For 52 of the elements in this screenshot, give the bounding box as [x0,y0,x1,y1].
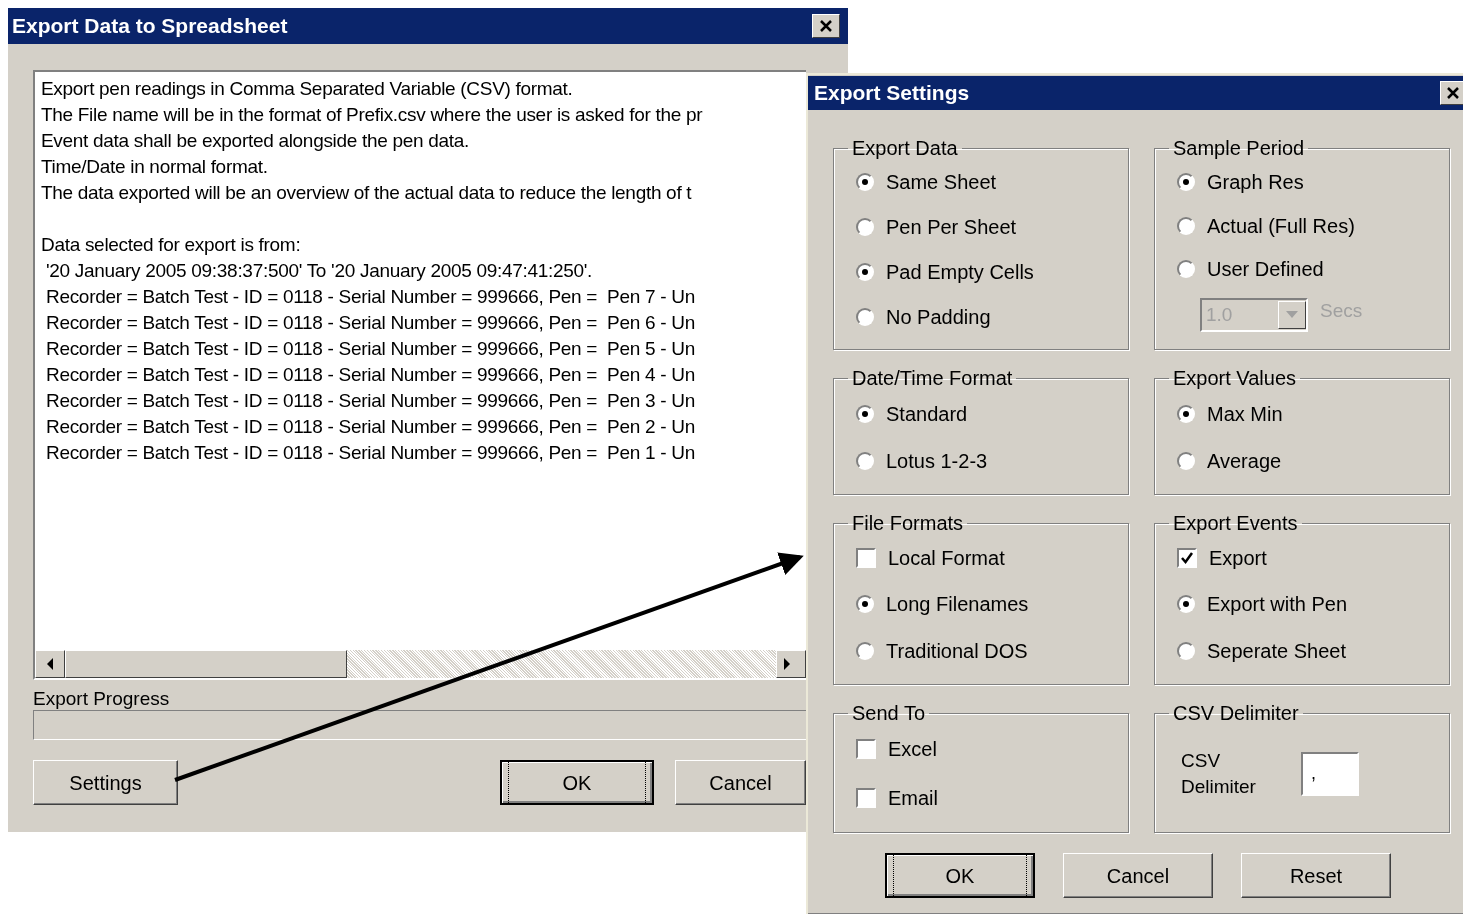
option-label: Export [1209,546,1267,572]
option-label: Same Sheet [886,170,997,196]
option-label: Local Format [888,546,1005,572]
option-label: Lotus 1-2-3 [886,448,988,474]
text-line: The data exported will be an overview of the actual data to reduce the length of t [41,181,692,205]
option-label: No Padding [886,304,991,330]
option-label: Pad Empty Cells [886,259,1034,285]
dialog-button[interactable]: OK [500,760,654,805]
text-line: Recorder = Batch Test - ID = 0118 - Serial Number = 999666, Pen = Pen 6 - Un [44,311,695,335]
group-title: Date/Time Format [851,366,1014,390]
group-title: Export Values [1172,366,1298,390]
field-label: CSV Delimiter [1181,748,1257,799]
option-label: Graph Res [1207,169,1304,195]
option-label: Seperate Sheet [1207,638,1346,664]
option-label: Excel [888,737,937,763]
group-title: File Formats [851,511,965,535]
option-label: Traditional DOS [886,638,1028,664]
option-label: Pen Per Sheet [886,215,1017,241]
dialog-button[interactable]: Reset [1241,853,1391,898]
group-title: CSV Delimiter [1172,701,1300,725]
option-label: User Defined [1207,257,1324,283]
progress-label: Export Progress [33,688,171,710]
option-label: Standard [886,401,968,427]
text-line: '20 January 2005 09:38:37:500' To '20 January 2005 09:47:41:250'. [44,259,593,283]
text-line: Recorder = Batch Test - ID = 0118 - Serial Number = 999666, Pen = Pen 1 - Un [44,441,695,465]
text-line: Recorder = Batch Test - ID = 0118 - Serial Number = 999666, Pen = Pen 4 - Un [44,363,695,387]
group-title: Export Data [851,136,959,160]
text-line: Export pen readings in Comma Separated Variable (CSV) format. [41,77,573,101]
dialog-button[interactable]: Cancel [1063,853,1213,898]
text-line: Time/Date in normal format. [41,155,268,179]
window-title: Export Settings [814,80,970,107]
option-label: Export with Pen [1207,592,1348,618]
delimiter-field[interactable]: , [1301,751,1359,796]
text-line: Recorder = Batch Test - ID = 0118 - Serial Number = 999666, Pen = Pen 5 - Un [44,337,695,361]
text-line: Recorder = Batch Test - ID = 0118 - Serial Number = 999666, Pen = Pen 7 - Un [44,285,695,309]
window-title: Export Data to Spreadsheet [12,13,288,40]
option-label: Long Filenames [886,592,1029,618]
group-title: Export Events [1172,511,1299,535]
text-line: Event data shall be exported alongside the pen data. [41,129,470,153]
option-label: Email [888,785,938,811]
text-line: The File name will be in the format of Prefix.csv where the user is asked for the pr [41,103,703,127]
text-line: Recorder = Batch Test - ID = 0118 - Serial Number = 999666, Pen = Pen 3 - Un [44,389,695,413]
option-label: Average [1207,448,1282,474]
text-line: Data selected for export is from: [41,233,301,257]
dialog-button[interactable]: OK [885,853,1035,898]
dialog-button[interactable]: Cancel [675,760,806,805]
option-label: Actual (Full Res) [1207,213,1355,239]
group-title: Send To [851,701,927,725]
group-title: Sample Period [1172,136,1306,160]
text-line: Recorder = Batch Test - ID = 0118 - Serial Number = 999666, Pen = Pen 2 - Un [44,415,695,439]
option-label: Max Min [1207,401,1283,427]
dialog-button[interactable]: Settings [33,760,178,805]
